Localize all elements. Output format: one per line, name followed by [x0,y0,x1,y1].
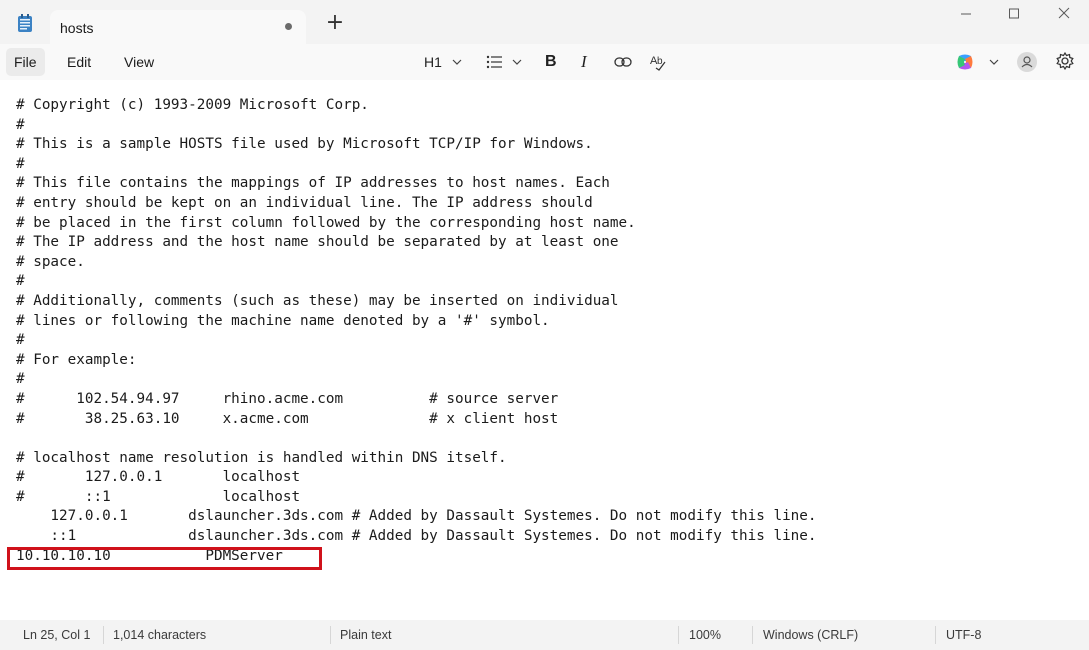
settings-button[interactable] [1055,51,1075,76]
encoding[interactable]: UTF-8 [946,628,981,642]
editor-line[interactable]: # 38.25.63.10 x.acme.com # x client host [16,410,817,430]
minimize-icon [961,13,971,15]
status-bar: Ln 25, Col 1 1,014 characters Plain text… [0,620,1089,650]
editor-line[interactable]: # localhost name resolution is handled w… [16,449,817,469]
editor-line[interactable]: # [16,272,817,292]
editor-line[interactable]: # For example: [16,351,817,371]
close-icon [1058,7,1070,19]
heading-label: H1 [424,54,442,70]
maximize-icon [1009,8,1019,19]
text-editor[interactable]: # Copyright (c) 1993-2009 Microsoft Corp… [0,80,1089,620]
menu-edit[interactable]: Edit [59,48,99,76]
line-ending[interactable]: Windows (CRLF) [763,628,858,642]
editor-line[interactable]: # [16,155,817,175]
status-divider [935,626,936,644]
bulleted-list-icon [486,55,502,69]
unsaved-dot-icon[interactable] [285,23,292,30]
cursor-position[interactable]: Ln 25, Col 1 [23,628,90,642]
list-dropdown[interactable] [486,50,524,74]
menu-bar: File Edit View H1 B I A b [0,44,1089,80]
status-divider [330,626,331,644]
account-icon [1021,56,1033,68]
editor-line[interactable]: # lines or following the machine name de… [16,312,817,332]
highlight-box [7,547,322,570]
chevron-down-icon [452,59,462,65]
account-button[interactable] [1017,52,1037,72]
new-tab-button[interactable]: + [325,12,345,34]
character-count: 1,014 characters [113,628,207,642]
spellcheck-button[interactable]: A b [649,50,667,74]
chevron-down-icon [512,59,522,65]
editor-content[interactable]: # Copyright (c) 1993-2009 Microsoft Corp… [16,96,817,566]
zoom-level[interactable]: 100% [689,628,721,642]
editor-line[interactable]: ::1 dslauncher.3ds.com # Added by Dassau… [16,527,816,547]
editor-line[interactable]: # be placed in the first column followed… [16,214,817,234]
link-button[interactable] [614,50,632,74]
editor-line[interactable]: # 127.0.0.1 localhost [16,468,817,488]
status-divider [103,626,104,644]
editor-line[interactable]: # [16,116,817,136]
editor-line[interactable]: # [16,370,817,390]
title-bar: hosts + [0,0,1089,44]
editor-line[interactable]: 127.0.0.1 dslauncher.3ds.com # Added by … [16,507,816,527]
maximize-button[interactable] [991,4,1037,26]
italic-button[interactable]: I [581,50,587,74]
close-button[interactable] [1041,4,1087,26]
tab-title: hosts [60,20,94,36]
editor-line[interactable]: # This file contains the mappings of IP … [16,174,817,194]
editor-line[interactable]: # entry should be kept on an individual … [16,194,817,214]
copilot-button[interactable] [955,52,1001,72]
gear-icon [1056,51,1074,71]
editor-line[interactable]: # The IP address and the host name shoul… [16,233,817,253]
menu-file[interactable]: File [6,48,45,76]
spellcheck-icon: A b [650,55,666,71]
notepad-app-icon [18,14,32,32]
heading-dropdown[interactable]: H1 [424,50,464,74]
tab-hosts[interactable]: hosts [50,10,306,44]
editor-line[interactable] [16,429,817,449]
minimize-button[interactable] [943,4,989,26]
editor-line[interactable]: # [16,331,817,351]
copilot-icon [957,54,973,70]
editor-line[interactable]: # 102.54.94.97 rhino.acme.com # source s… [16,390,817,410]
bold-button[interactable]: B [545,50,557,74]
link-icon [614,57,632,67]
chevron-down-icon [989,59,999,65]
menu-view[interactable]: View [116,48,162,76]
editor-line[interactable]: # Additionally, comments (such as these)… [16,292,817,312]
editor-line[interactable]: # space. [16,253,817,273]
status-divider [752,626,753,644]
editor-line[interactable]: # Copyright (c) 1993-2009 Microsoft Corp… [16,96,817,116]
status-divider [678,626,679,644]
editor-line[interactable]: # This is a sample HOSTS file used by Mi… [16,135,817,155]
text-format[interactable]: Plain text [340,628,391,642]
editor-line[interactable]: # ::1 localhost [16,488,817,508]
